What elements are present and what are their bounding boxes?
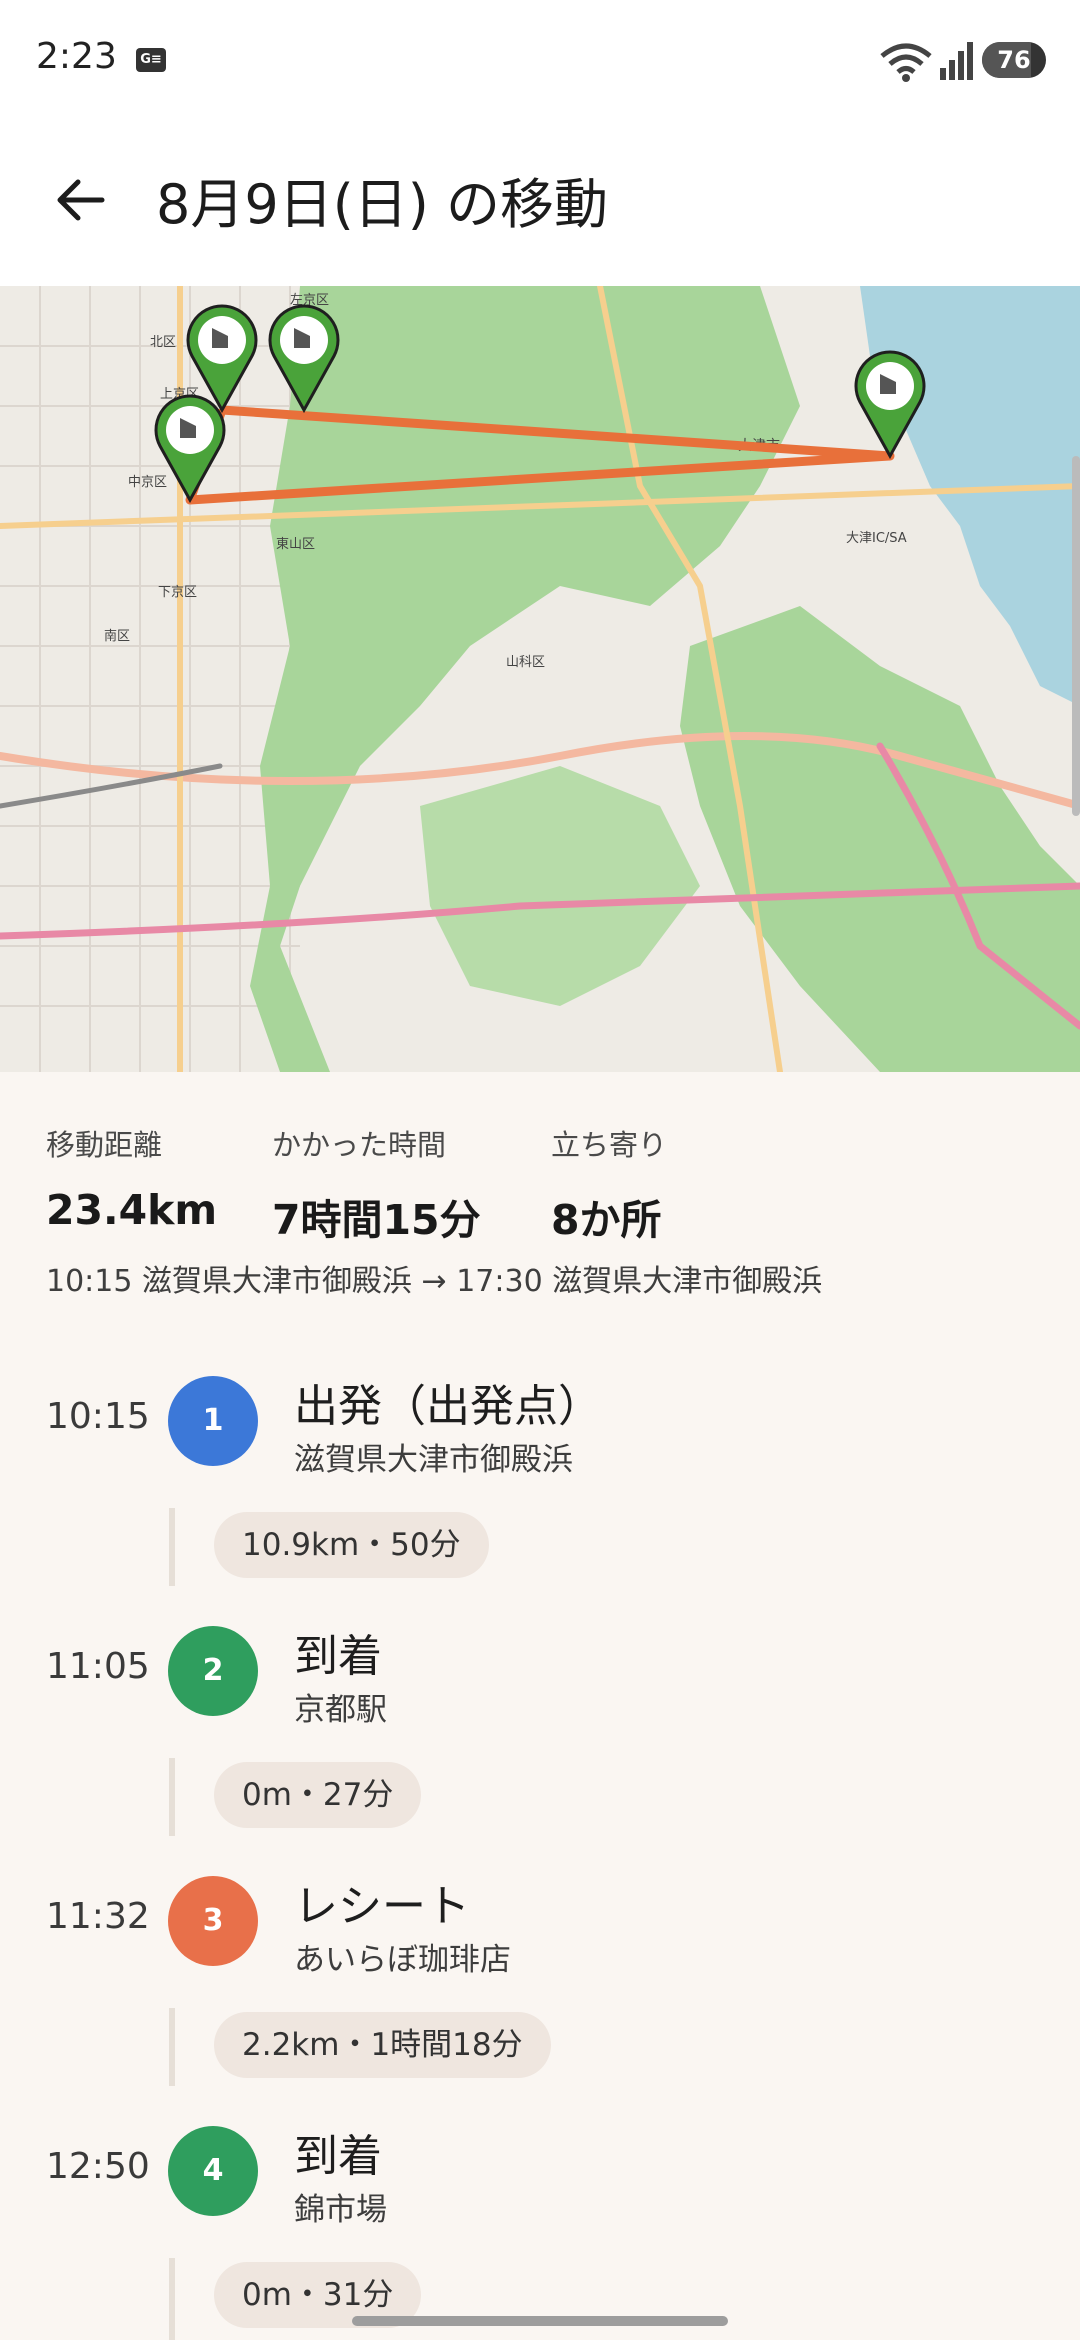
- map-label-otsu-ic: 大津IC/SA: [846, 531, 907, 546]
- leg-distance-duration: 0m・27分: [214, 1762, 422, 1828]
- stop-place: あいらぼ珈琲店: [294, 1942, 511, 1978]
- timeline-time: 11:32: [46, 1896, 150, 1937]
- status-bar: 2:23 G≡ 76: [0, 0, 1080, 120]
- wifi-icon: [880, 43, 932, 82]
- battery-icon: 76: [982, 42, 1046, 78]
- stop-place: 錦市場: [294, 2192, 387, 2228]
- map-label-shimogyo: 下京区: [158, 585, 197, 600]
- duration-stat: かかった時間 7時間15分: [272, 1122, 481, 1246]
- route-map[interactable]: 左京区 北区 上京区 中京区 東山区 下京区 南区 山科区 大津市 大津IC/S…: [0, 286, 1080, 1072]
- leg-distance-duration: 10.9km・50分: [214, 1512, 489, 1578]
- route-summary-text: 10:15 滋賀県大津市御殿浜 → 17:30 滋賀県大津市御殿浜: [46, 1264, 823, 1299]
- stops-value: 8か所: [551, 1196, 662, 1244]
- distance-value: 23.4km: [46, 1186, 218, 1234]
- page-title: 8月9日(日) の移動: [156, 173, 609, 236]
- map-label-higashiyama: 東山区: [276, 536, 315, 552]
- map-label-kita: 北区: [150, 335, 176, 350]
- timeline-time: 12:50: [46, 2146, 150, 2187]
- map-label-yamashina: 山科区: [506, 655, 545, 670]
- app-bar: 8月9日(日) の移動: [0, 120, 1080, 286]
- map-canvas: 左京区 北区 上京区 中京区 東山区 下京区 南区 山科区 大津市 大津IC/S…: [0, 286, 1080, 1072]
- timeline-time: 11:05: [46, 1646, 150, 1687]
- stop-title[interactable]: 到着: [294, 1620, 382, 1684]
- stop-title[interactable]: 到着: [294, 2120, 382, 2184]
- status-time: 2:23: [36, 36, 117, 77]
- stop-title[interactable]: レシート: [294, 1870, 470, 1934]
- leg-distance-duration: 2.2km・1時間18分: [214, 2012, 551, 2078]
- map-label-minami: 南区: [104, 628, 130, 644]
- stop-number-badge[interactable]: 2: [168, 1626, 258, 1716]
- stop-number-badge[interactable]: 1: [168, 1376, 258, 1466]
- notification-badge-icon: G≡: [136, 48, 166, 72]
- stop-number-badge[interactable]: 4: [168, 2126, 258, 2216]
- stops-label: 立ち寄り: [551, 1128, 668, 1162]
- stop-address: 滋賀県大津市御殿浜: [294, 1442, 573, 1478]
- duration-value: 7時間15分: [272, 1196, 481, 1244]
- distance-label: 移動距離: [46, 1128, 163, 1162]
- timeline-connector: [169, 2258, 175, 2340]
- stop-place: 京都駅: [294, 1692, 387, 1728]
- timeline-time: 10:15: [46, 1396, 150, 1437]
- signal-icon: [940, 42, 973, 80]
- stop-title[interactable]: 出発（出発点）: [294, 1370, 602, 1434]
- map-label-nakagyo: 中京区: [128, 475, 167, 490]
- map-edge-handle[interactable]: [1072, 456, 1080, 816]
- arrow-left-icon[interactable]: [50, 170, 110, 230]
- home-indicator[interactable]: [352, 2316, 728, 2326]
- distance-stat: 移動距離 23.4km: [46, 1122, 217, 1234]
- stop-number-badge[interactable]: 3: [168, 1876, 258, 1966]
- timeline-connector: [169, 1508, 175, 1586]
- stops-stat: 立ち寄り 8か所: [551, 1122, 667, 1246]
- duration-label: かかった時間: [272, 1128, 447, 1162]
- battery-level-text: 76: [997, 46, 1031, 74]
- timeline-connector: [169, 2008, 175, 2086]
- timeline-connector: [169, 1758, 175, 1836]
